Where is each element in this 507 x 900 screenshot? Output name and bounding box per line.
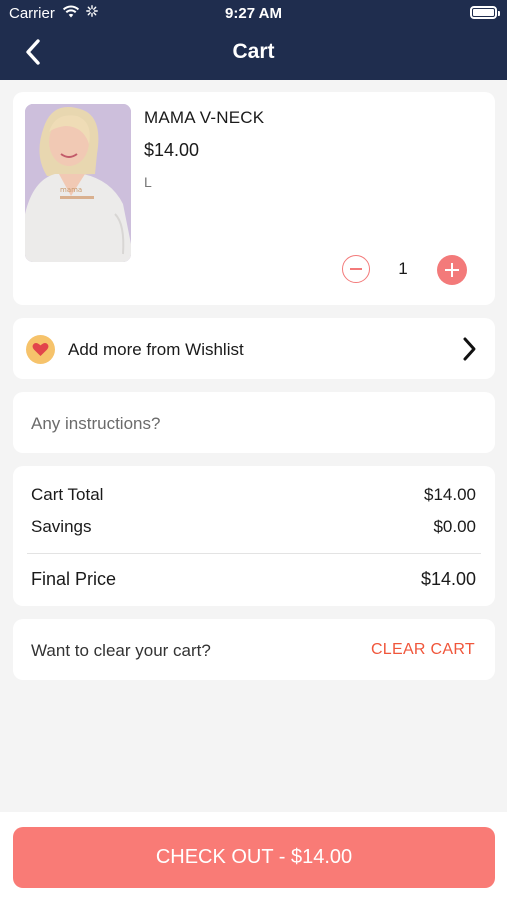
savings-value: $0.00 [433,517,476,536]
clear-cart-prompt: Want to clear your cart? [31,641,211,660]
chevron-right-icon [463,337,476,361]
product-name: MAMA V-NECK [144,108,265,127]
cart-total-label: Cart Total [31,485,104,504]
status-bar: Carrier 9:27 AM [0,0,507,26]
battery-icon [470,6,500,19]
navigation-bar: Cart [0,26,507,80]
cart-item-card: mama MAMA V-NECK $14.00 L 1 [13,92,495,305]
wishlist-badge [26,335,55,364]
increase-quantity-button[interactable] [437,255,467,285]
checkout-button[interactable]: CHECK OUT - $14.00 [13,827,495,888]
quantity-value: 1 [398,259,408,278]
checkout-bar: CHECK OUT - $14.00 [0,812,507,900]
decrease-quantity-button[interactable] [342,255,370,283]
price-summary-card: Cart Total $14.00 Savings $0.00 Final Pr… [13,466,495,606]
final-price-label: Final Price [31,569,117,589]
savings-label: Savings [31,517,92,536]
clear-cart-button[interactable]: CLEAR CART [371,641,475,659]
clear-cart-card: Want to clear your cart? CLEAR CART [13,619,495,680]
instructions-card [13,392,495,453]
wishlist-label: Add more from Wishlist [68,340,244,359]
divider [27,553,481,554]
cart-total-value: $14.00 [424,485,476,504]
clock: 9:27 AM [225,5,282,22]
product-size: L [144,174,152,190]
product-photo: mama [25,104,131,262]
heart-icon [32,343,49,356]
add-from-wishlist-row[interactable]: Add more from Wishlist [13,318,495,379]
final-price-value: $14.00 [420,569,476,589]
page-title: Cart [232,40,275,63]
product-image[interactable]: mama [25,104,131,262]
instructions-input[interactable] [31,413,471,435]
product-price: $14.00 [144,140,200,160]
svg-text:mama: mama [60,186,82,194]
